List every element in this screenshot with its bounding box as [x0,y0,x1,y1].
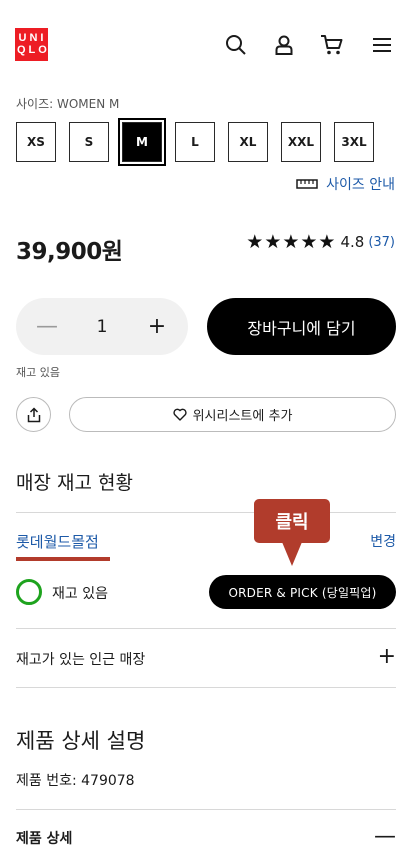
add-to-wishlist-button[interactable]: 위시리스트에 추가 [69,397,396,432]
wishlist-label: 위시리스트에 추가 [192,409,293,424]
store-stock-title: 매장 재고 현황 [16,472,133,494]
product-number: 제품 번호: 479078 [16,773,135,789]
size-label: 사이즈: WOMEN M [16,97,120,111]
size-selector: XS S M L XL XXL 3XL [16,118,387,166]
size-option-xs[interactable]: XS [16,122,56,162]
divider [16,628,396,629]
uniqlo-logo[interactable]: UNI QLO [15,28,48,61]
divider [16,809,396,810]
logo-line-1: UNI [18,32,47,44]
quantity-value: 1 [96,316,108,337]
account-icon[interactable] [272,33,296,57]
size-option-xxl[interactable]: XXL [281,122,321,162]
collapse-minus-icon[interactable]: — [374,826,396,848]
store-name-underline [16,557,110,561]
nearby-stores-row[interactable]: 재고가 있는 인근 매장 [16,649,145,669]
share-button[interactable] [16,397,51,432]
rating-score: 4.8 [340,233,365,251]
search-icon[interactable] [224,33,248,57]
share-icon [27,406,40,422]
rating-count[interactable]: (37) [368,235,395,250]
product-rating[interactable]: ★★★★★ 4.8 (37) [246,231,395,253]
ruler-icon [296,179,318,189]
quantity-minus-button[interactable]: — [36,314,58,339]
size-guide-label: 사이즈 안내 [326,177,395,193]
store-name-link[interactable]: 롯데월드몰점 [16,531,99,552]
quantity-stepper: — 1 + [16,298,188,355]
menu-icon[interactable] [370,33,394,57]
order-and-pick-button[interactable]: ORDER & PICK (당일픽업) [209,575,396,609]
quantity-plus-button[interactable]: + [146,314,168,339]
change-store-link[interactable]: 변경 [370,531,396,551]
divider [16,512,396,513]
product-price: 39,900원 [16,239,123,265]
product-detail-title: 제품 상세 설명 [16,729,146,753]
in-stock-icon [16,579,42,605]
size-option-s[interactable]: S [69,122,109,162]
size-guide-link[interactable]: 사이즈 안내 [296,174,395,194]
expand-plus-icon[interactable]: + [378,646,396,668]
size-option-3xl[interactable]: 3XL [334,122,374,162]
add-to-cart-button[interactable]: 장바구니에 담기 [207,298,396,355]
logo-line-2: QLO [17,44,50,56]
product-detail-row[interactable]: 제품 상세 [16,828,72,848]
size-option-l[interactable]: L [175,122,215,162]
tooltip-pointer [282,542,302,566]
stock-note: 재고 있음 [16,366,60,379]
size-option-xl[interactable]: XL [228,122,268,162]
rating-stars: ★★★★★ [246,231,337,253]
heart-icon [173,408,187,421]
click-tooltip: 클릭 [254,499,330,543]
cart-icon[interactable] [320,33,344,57]
stock-status: 재고 있음 [52,586,108,602]
size-option-m[interactable]: M [118,118,166,166]
divider [16,687,396,688]
